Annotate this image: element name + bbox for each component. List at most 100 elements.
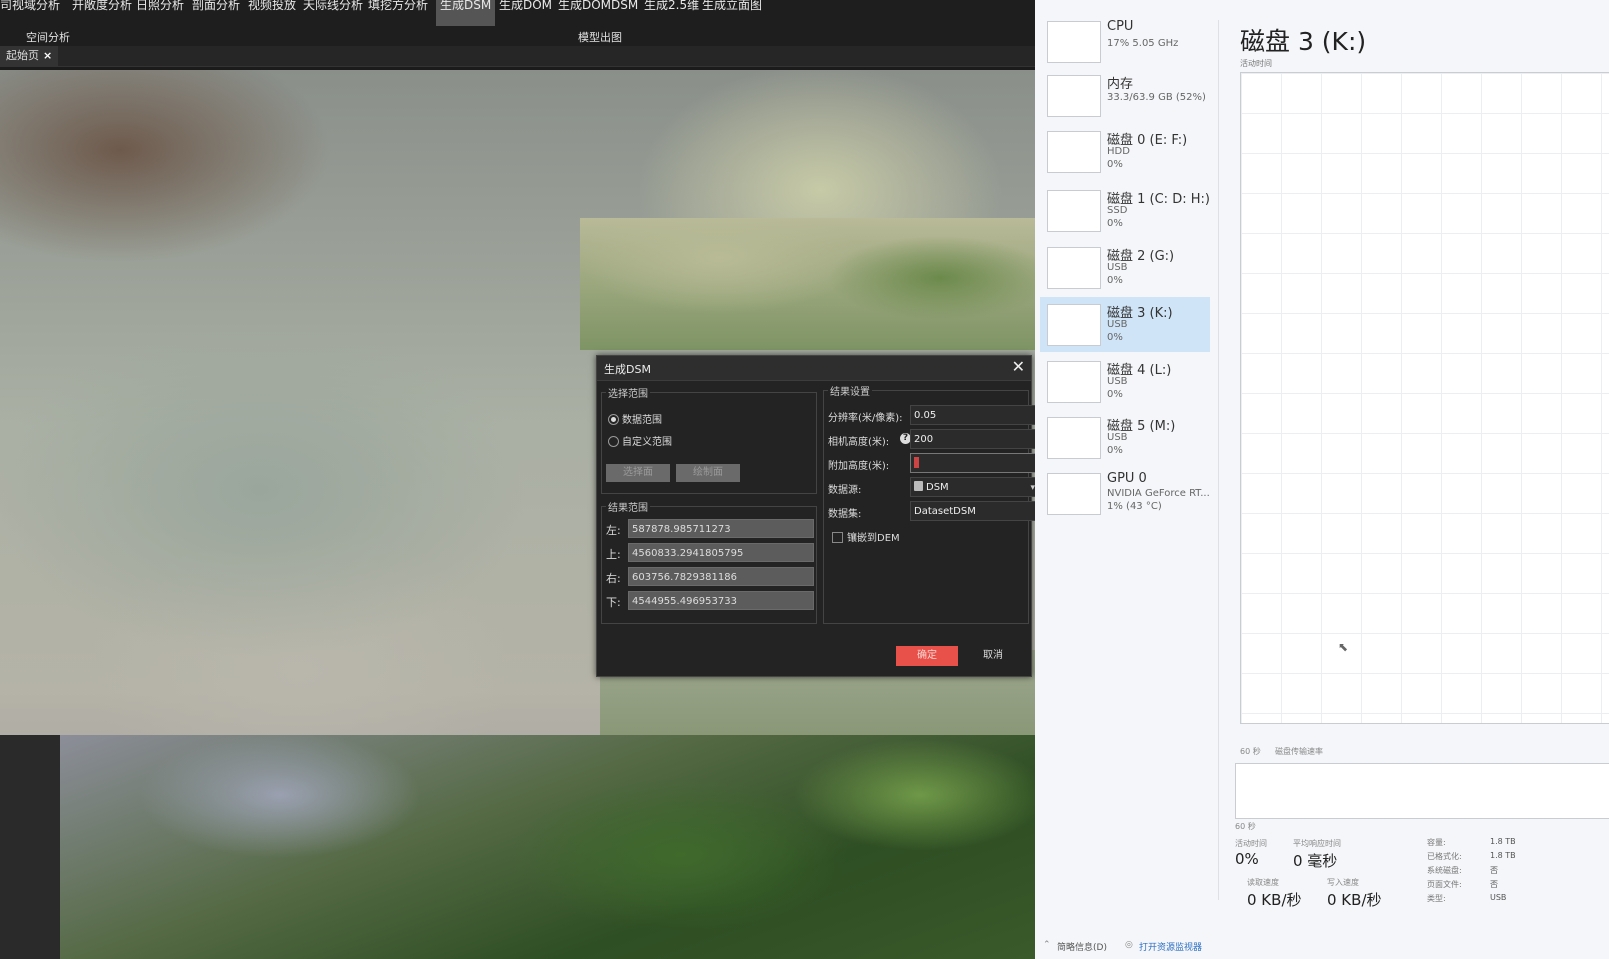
radio-custom-range[interactable]: 自定义范围 [608,433,672,448]
perf-item-usage: 0% [1107,332,1123,343]
ok-button[interactable]: 确定 [896,646,958,666]
perf-item-usage: 0% [1107,275,1123,286]
graph-label: 活动时间 [1240,59,1272,68]
resolution-label: 分辨率(米/像素): [828,413,903,424]
perf-item-disk-3[interactable]: 磁盘 3 (K:) USB 0% [1040,297,1210,352]
document-tab-bar: 起始页 × [0,46,1035,67]
coord-right-field[interactable]: 603756.7829381186 [628,567,814,586]
avg-response-value: 0 毫秒 [1293,852,1338,870]
menu-generate-25d[interactable]: 生成2.5维 [644,0,699,26]
perf-item-disk-1[interactable]: 磁盘 1 (C: D: H:) SSD 0% [1040,183,1210,238]
perf-item-name: 内存 [1107,77,1134,92]
ribbon-group-export: 模型出图 [578,31,622,44]
cpu-mini-graph [1047,21,1101,63]
dataset-label: 数据集: [828,509,862,520]
dialog-title-bar[interactable]: 生成DSM ✕ [597,356,1031,381]
perf-item-name: CPU [1107,19,1134,34]
radio-data-range[interactable]: 数据范围 [608,411,662,426]
camera-height-label: 相机高度(米): [828,437,890,448]
imagery-tile [60,735,1035,959]
menu-bar: 司视域分析 开敞度分析 日照分析 剖面分析 视频投放 天际线分析 填挖方分析 生… [0,0,1035,26]
tab-start-page[interactable]: 起始页 × [0,46,59,66]
perf-item-disk-4[interactable]: 磁盘 4 (L:) USB 0% [1040,354,1210,409]
extra-height-input[interactable]: 0 [910,453,1035,473]
open-resource-monitor-link[interactable]: 打开资源监视器 [1139,940,1202,953]
menu-viewshed[interactable]: 司视域分析 [0,0,60,26]
transfer-rate-graph [1235,763,1609,819]
perf-item-detail: 33.3/63.9 GB (52%) [1107,92,1206,103]
menu-profile[interactable]: 剖面分析 [192,0,240,26]
write-speed-label: 写入速度 [1327,878,1359,887]
ribbon-group-row: 空间分析 模型出图 [0,26,1035,46]
menu-generate-elevation[interactable]: 生成立面图 [702,0,762,26]
prop-system-disk-value: 否 [1490,866,1498,875]
close-icon[interactable]: ✕ [1012,357,1025,376]
prop-capacity-label: 容量: [1427,838,1446,847]
ribbon-group-spatial: 空间分析 [26,31,70,44]
coord-bottom-field[interactable]: 4544955.496953733 [628,591,814,610]
cancel-button[interactable]: 取消 [965,646,1021,666]
text-cursor [914,457,919,468]
perf-item-usage: 1% (43 °C) [1107,501,1162,512]
perf-item-usage: 0% [1107,218,1123,229]
disk-mini-graph [1047,190,1101,232]
result-settings-group: 结果设置 分辨率(米/像素): 0.05 相机高度(米): ? 200 附加高度… [823,383,1035,624]
select-polygon-button[interactable]: 选择面 [606,464,670,482]
radio-label: 数据范围 [622,415,662,426]
menu-openness[interactable]: 开敞度分析 [72,0,132,26]
perf-item-type: USB [1107,432,1128,443]
checkbox-icon [832,532,843,543]
menu-generate-dsm[interactable]: 生成DSM [436,0,496,26]
prop-page-file-label: 页面文件: [1427,880,1462,889]
active-time-label: 活动时间 [1235,839,1267,848]
menu-skyline[interactable]: 天际线分析 [303,0,363,26]
perf-item-name: GPU 0 [1107,471,1147,486]
radio-unchecked-icon [608,436,619,447]
datasource-select[interactable]: DSM ▾ [910,477,1035,497]
prop-formatted-value: 1.8 TB [1490,851,1516,860]
perf-item-memory[interactable]: 内存 33.3/63.9 GB (52%) [1040,68,1210,123]
resolution-input[interactable]: 0.05 [910,405,1035,425]
gpu-mini-graph [1047,473,1101,515]
close-icon[interactable]: × [43,49,52,62]
task-manager-footer: ⌃ 简略信息(D) ◎ 打开资源监视器 [1035,930,1609,959]
menu-generate-domdsm[interactable]: 生成DOMDSM [558,0,638,26]
perf-item-gpu-0[interactable]: GPU 0 NVIDIA GeForce RT... 1% (43 °C) [1040,466,1210,521]
coord-bottom-label: 下: [606,596,621,609]
coord-left-field[interactable]: 587878.985711273 [628,519,814,538]
perf-item-type: HDD [1107,146,1130,157]
perf-item-cpu[interactable]: CPU 17% 5.05 GHz [1040,14,1210,69]
disk-mini-graph [1047,304,1101,346]
perf-item-disk-5[interactable]: 磁盘 5 (M:) USB 0% [1040,410,1210,465]
radio-label: 自定义范围 [622,437,672,448]
menu-sunlight[interactable]: 日照分析 [136,0,184,26]
write-speed-value: 0 KB/秒 [1327,891,1382,909]
imagery-tile [580,218,1035,350]
range-group-label: 选择范围 [606,385,650,400]
camera-height-input[interactable]: 200 [910,429,1035,449]
prop-system-disk-label: 系统磁盘: [1427,866,1462,875]
coord-top-field[interactable]: 4560833.2941805795 [628,543,814,562]
menu-cutfill[interactable]: 填挖方分析 [368,0,428,26]
range-group: 选择范围 数据范围 自定义范围 选择面 绘制面 [601,385,817,494]
perf-item-type: USB [1107,319,1128,330]
radio-checked-icon [608,414,619,425]
perf-item-disk-2[interactable]: 磁盘 2 (G:) USB 0% [1040,240,1210,295]
draw-polygon-button[interactable]: 绘制面 [676,464,740,482]
dataset-input[interactable]: DatasetDSM [910,501,1035,521]
mouse-cursor-icon: ⬉ [1338,640,1349,654]
menu-video[interactable]: 视频投放 [248,0,296,26]
disk-mini-graph [1047,417,1101,459]
perf-item-disk-0[interactable]: 磁盘 0 (E: F:) HDD 0% [1040,124,1210,179]
fewer-details-link[interactable]: 简略信息(D) [1057,940,1107,953]
graph2-label-visible: 磁盘传输速率 [1275,747,1323,756]
menu-generate-dom[interactable]: 生成DOM [499,0,552,26]
graph2-time-label: 60 秒 [1235,822,1256,831]
active-time-value: 0% [1235,850,1259,868]
memory-mini-graph [1047,75,1101,117]
disk-mini-graph [1047,361,1101,403]
read-speed-value: 0 KB/秒 [1247,891,1302,909]
perf-item-type: SSD [1107,205,1128,216]
perf-item-usage: 0% [1107,159,1123,170]
coord-left-label: 左: [606,524,621,537]
